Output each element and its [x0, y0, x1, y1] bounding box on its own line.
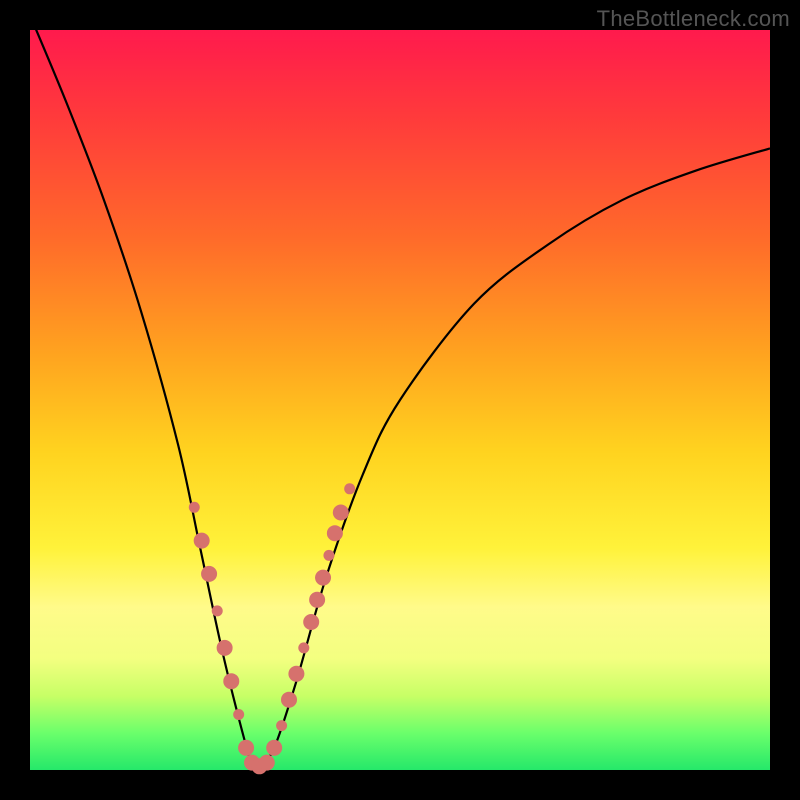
- highlight-marker: [323, 550, 334, 561]
- highlight-marker: [281, 692, 297, 708]
- chart-plot-area: [30, 30, 770, 770]
- highlight-marker: [315, 570, 331, 586]
- highlight-marker: [233, 709, 244, 720]
- highlight-marker: [212, 605, 223, 616]
- highlight-marker: [344, 483, 355, 494]
- highlight-marker: [327, 525, 343, 541]
- highlight-marker: [201, 566, 217, 582]
- highlight-marker: [303, 614, 319, 630]
- highlight-marker: [189, 502, 200, 513]
- highlight-marker: [266, 740, 282, 756]
- highlight-marker: [238, 740, 254, 756]
- highlight-marker: [259, 755, 275, 771]
- highlight-marker: [223, 673, 239, 689]
- highlight-marker: [288, 666, 304, 682]
- watermark-text: TheBottleneck.com: [597, 6, 790, 32]
- chart-svg: [30, 30, 770, 770]
- highlight-marker: [194, 533, 210, 549]
- highlight-marker: [217, 640, 233, 656]
- highlight-marker: [333, 504, 349, 520]
- highlight-marker: [309, 592, 325, 608]
- highlight-marker: [276, 720, 287, 731]
- bottleneck-curve-line: [30, 15, 770, 767]
- highlight-markers: [189, 483, 355, 774]
- highlight-marker: [298, 642, 309, 653]
